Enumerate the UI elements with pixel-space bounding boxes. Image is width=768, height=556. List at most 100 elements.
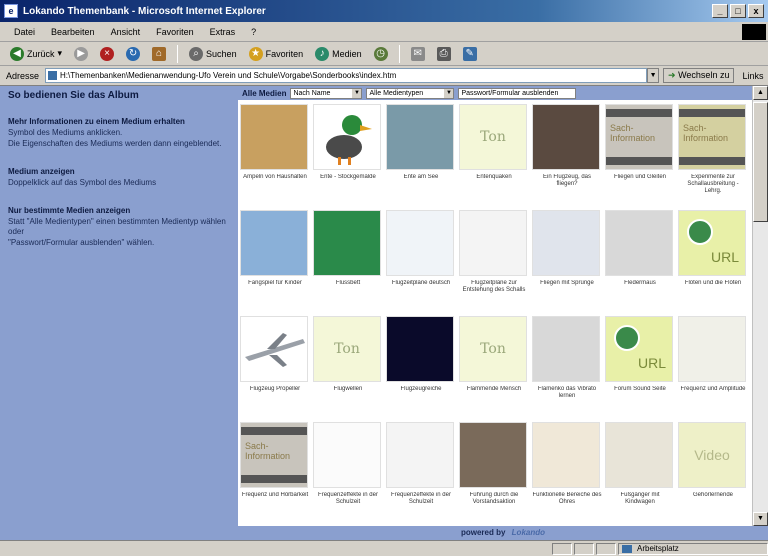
media-tile[interactable]: Ton Flugwellen bbox=[313, 316, 383, 408]
address-dropdown-button[interactable]: ▼ bbox=[647, 68, 660, 83]
media-thumbnail[interactable] bbox=[386, 316, 454, 382]
media-thumbnail[interactable]: Sach-Information bbox=[678, 104, 746, 170]
menu-bearbeiten[interactable]: Bearbeiten bbox=[43, 25, 103, 39]
media-tile[interactable]: Flugzeugreiche bbox=[386, 316, 456, 408]
media-tile[interactable]: Frequenz und Amplitude bbox=[678, 316, 748, 408]
media-tile[interactable]: Flugzeug Propeller bbox=[240, 316, 310, 408]
media-tile[interactable]: Ton Entenquaken bbox=[459, 104, 529, 196]
media-tile[interactable]: Frequenzeffekte in der Schulzeit bbox=[313, 422, 383, 514]
media-tile[interactable]: Führung durch die Vorstandsaktion bbox=[459, 422, 529, 514]
media-tile[interactable]: Fangspiel für Kinder bbox=[240, 210, 310, 302]
media-tile[interactable]: Flamenko das Vibrato lernen bbox=[532, 316, 602, 408]
media-button[interactable]: ♪ Medien bbox=[311, 45, 366, 63]
edit-button[interactable]: ✎ bbox=[459, 45, 481, 63]
menu-favoriten[interactable]: Favoriten bbox=[148, 25, 202, 39]
menu-help[interactable]: ? bbox=[243, 25, 264, 39]
media-thumbnail[interactable]: Sach-Information bbox=[605, 104, 673, 170]
links-button[interactable]: Links bbox=[738, 70, 767, 82]
home-icon: ⌂ bbox=[152, 46, 167, 61]
media-thumbnail[interactable] bbox=[313, 422, 381, 488]
media-tile[interactable]: Fledermaus bbox=[605, 210, 675, 302]
media-thumbnail[interactable]: Sach-Information bbox=[240, 422, 308, 488]
refresh-button[interactable]: ↻ bbox=[122, 45, 144, 63]
history-button[interactable]: ◷ bbox=[370, 45, 392, 63]
menu-datei[interactable]: Datei bbox=[6, 25, 43, 39]
mail-button[interactable]: ✉ bbox=[407, 45, 429, 63]
media-tile[interactable]: Flussbett bbox=[313, 210, 383, 302]
media-thumbnail[interactable] bbox=[313, 104, 381, 170]
media-tile[interactable]: URL Flöten und die Flöten bbox=[678, 210, 748, 302]
address-label: Adresse bbox=[6, 70, 40, 81]
media-tile[interactable]: Funktionelle Bereiche des Ohres bbox=[532, 422, 602, 514]
hide-password-select[interactable]: Passwort/Formular ausblenden bbox=[458, 87, 577, 99]
home-button[interactable]: ⌂ bbox=[148, 45, 170, 63]
media-tile[interactable]: Flugzeitpläne deutsch bbox=[386, 210, 456, 302]
search-button[interactable]: ⌕ Suchen bbox=[185, 45, 241, 63]
media-caption: Experimente zur Schallausbreitung - Lehr… bbox=[687, 174, 739, 194]
media-thumbnail[interactable]: Ton bbox=[459, 316, 527, 382]
media-type-select[interactable]: Alle Medientypen ▼ bbox=[366, 87, 455, 99]
address-url: H:\Themenbanken\Medienanwendung-Ufo Vere… bbox=[60, 71, 397, 80]
media-thumbnail[interactable] bbox=[678, 316, 746, 382]
media-thumbnail[interactable] bbox=[605, 422, 673, 488]
sort-select[interactable]: Nach Name ▼ bbox=[290, 87, 363, 99]
media-thumbnail[interactable] bbox=[313, 210, 381, 276]
forward-button[interactable]: ▶ bbox=[70, 45, 92, 63]
stop-button[interactable]: × bbox=[96, 45, 118, 63]
scroll-down-button[interactable]: ▼ bbox=[753, 512, 768, 526]
media-album: Alle Medien Nach Name ▼ Alle Medientypen… bbox=[238, 86, 752, 526]
minimize-button[interactable]: _ bbox=[712, 4, 728, 18]
media-thumbnail[interactable]: URL bbox=[678, 210, 746, 276]
ie-icon: e bbox=[4, 4, 18, 18]
scroll-thumb[interactable] bbox=[753, 102, 768, 222]
media-caption: Flammende Mensch bbox=[466, 386, 522, 392]
go-arrow-icon: ➜ bbox=[668, 70, 676, 80]
media-thumbnail[interactable] bbox=[459, 210, 527, 276]
media-tile[interactable]: Frequenzeffekte in der Schulzeit bbox=[386, 422, 456, 514]
media-tile[interactable]: Sach-Information Experimente zur Schallau… bbox=[678, 104, 748, 196]
go-button[interactable]: ➜ Wechseln zu bbox=[663, 68, 735, 83]
media-tile[interactable]: Video Gehörlernende bbox=[678, 422, 748, 514]
media-tile[interactable]: Ton Flammende Mensch bbox=[459, 316, 529, 408]
back-button[interactable]: ◀ Zurück ▾ bbox=[6, 45, 66, 63]
media-tile[interactable]: Flugzeitpläne zur Entstehung des Schalls bbox=[459, 210, 529, 302]
media-thumbnail[interactable] bbox=[240, 210, 308, 276]
media-tile[interactable]: Ein Flugzeug, das fliegen? bbox=[532, 104, 602, 196]
media-thumbnail[interactable] bbox=[532, 422, 600, 488]
media-thumbnail[interactable] bbox=[605, 210, 673, 276]
close-button[interactable]: x bbox=[748, 4, 764, 18]
media-thumbnail[interactable] bbox=[386, 104, 454, 170]
menu-extras[interactable]: Extras bbox=[202, 25, 244, 39]
media-tile[interactable]: Ampeln von Haushalten bbox=[240, 104, 310, 196]
media-tile[interactable]: Sach-Information Frequenz und Hörbarkeit bbox=[240, 422, 310, 514]
media-thumbnail[interactable] bbox=[532, 104, 600, 170]
media-caption: Ein Flugzeug, das fliegen? bbox=[542, 174, 592, 187]
media-thumbnail[interactable] bbox=[240, 104, 308, 170]
media-thumbnail[interactable] bbox=[386, 210, 454, 276]
media-thumbnail[interactable] bbox=[532, 316, 600, 382]
media-thumbnail[interactable] bbox=[532, 210, 600, 276]
favorites-button[interactable]: ★ Favoriten bbox=[245, 45, 308, 63]
media-thumbnail[interactable]: Ton bbox=[313, 316, 381, 382]
print-button[interactable]: ⎙ bbox=[433, 45, 455, 63]
media-caption: Flamenko das Vibrato lernen bbox=[537, 386, 597, 399]
scroll-up-button[interactable]: ▲ bbox=[753, 86, 768, 100]
media-thumbnail[interactable] bbox=[386, 422, 454, 488]
media-tile[interactable]: Fußgänger mit Kindwagen bbox=[605, 422, 675, 514]
media-tile[interactable]: Sach-Information Fliegen und Gleiten bbox=[605, 104, 675, 196]
media-tile[interactable]: Fliegen mit Sprünge bbox=[532, 210, 602, 302]
maximize-button[interactable]: □ bbox=[730, 4, 746, 18]
media-thumbnail[interactable] bbox=[240, 316, 308, 382]
media-thumbnail[interactable]: Ton bbox=[459, 104, 527, 170]
brand-logo[interactable]: Lokando bbox=[512, 528, 545, 537]
media-thumbnail[interactable] bbox=[459, 422, 527, 488]
media-thumbnail[interactable]: Video bbox=[678, 422, 746, 488]
address-input[interactable]: H:\Themenbanken\Medienanwendung-Ufo Vere… bbox=[45, 68, 648, 83]
help-section-heading: Medium anzeigen bbox=[8, 167, 75, 176]
media-thumbnail[interactable]: URL bbox=[605, 316, 673, 382]
media-tile[interactable]: Ente am See bbox=[386, 104, 456, 196]
menu-ansicht[interactable]: Ansicht bbox=[103, 25, 149, 39]
media-tile[interactable]: URL Forum Sound Seite bbox=[605, 316, 675, 408]
vertical-scrollbar[interactable]: ▲ ▼ bbox=[752, 86, 768, 526]
media-tile[interactable]: Ente - Stockgemälde bbox=[313, 104, 383, 196]
